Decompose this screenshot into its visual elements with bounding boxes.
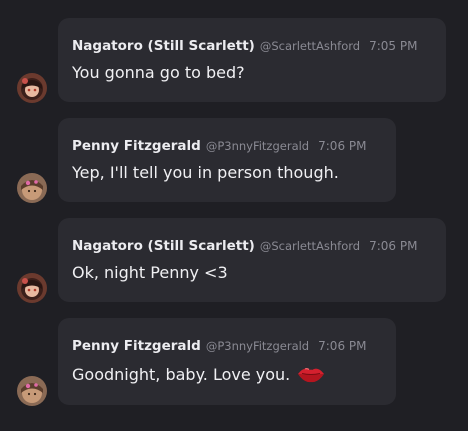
- message-text: Yep, I'll tell you in person though.: [72, 163, 339, 182]
- author-name[interactable]: Penny Fitzgerald: [72, 138, 201, 154]
- message-text-row: Goodnight, baby. Love you.: [72, 363, 326, 385]
- author-handle[interactable]: @ScarlettAshford: [260, 239, 360, 253]
- message-header: Penny Fitzgerald @P3nnyFitzgerald 7:06 P…: [72, 138, 366, 154]
- message-bubble[interactable]: Nagatoro (Still Scarlett) @ScarlettAshfo…: [58, 218, 446, 302]
- penny-avatar[interactable]: [17, 173, 47, 203]
- message-text: You gonna go to bed?: [72, 63, 245, 82]
- message-bubble[interactable]: Nagatoro (Still Scarlett) @ScarlettAshfo…: [58, 18, 446, 102]
- author-handle[interactable]: @P3nnyFitzgerald: [206, 339, 309, 353]
- timestamp: 7:06 PM: [318, 139, 367, 153]
- scarlett-avatar[interactable]: [17, 73, 47, 103]
- penny-avatar[interactable]: [17, 376, 47, 406]
- message-header: Penny Fitzgerald @P3nnyFitzgerald 7:06 P…: [72, 338, 366, 354]
- chat-view: { "messages": [ { "author": "Nagatoro (S…: [0, 0, 468, 431]
- message-bubble[interactable]: Penny Fitzgerald @P3nnyFitzgerald 7:06 P…: [58, 318, 396, 405]
- message-text: Goodnight, baby. Love you.: [72, 364, 291, 384]
- timestamp: 7:06 PM: [318, 339, 367, 353]
- timestamp: 7:05 PM: [369, 39, 418, 53]
- message-header: Nagatoro (Still Scarlett) @ScarlettAshfo…: [72, 238, 417, 254]
- author-name[interactable]: Nagatoro (Still Scarlett): [72, 238, 255, 254]
- scarlett-avatar[interactable]: [17, 273, 47, 303]
- author-name[interactable]: Penny Fitzgerald: [72, 338, 201, 354]
- author-handle[interactable]: @ScarlettAshford: [260, 39, 360, 53]
- author-name[interactable]: Nagatoro (Still Scarlett): [72, 38, 255, 54]
- timestamp: 7:06 PM: [369, 239, 418, 253]
- message-header: Nagatoro (Still Scarlett) @ScarlettAshfo…: [72, 38, 417, 54]
- message-text: Ok, night Penny <3: [72, 263, 228, 282]
- kiss-mark-icon: [296, 363, 326, 385]
- author-handle[interactable]: @P3nnyFitzgerald: [206, 139, 309, 153]
- message-bubble[interactable]: Penny Fitzgerald @P3nnyFitzgerald 7:06 P…: [58, 118, 396, 202]
